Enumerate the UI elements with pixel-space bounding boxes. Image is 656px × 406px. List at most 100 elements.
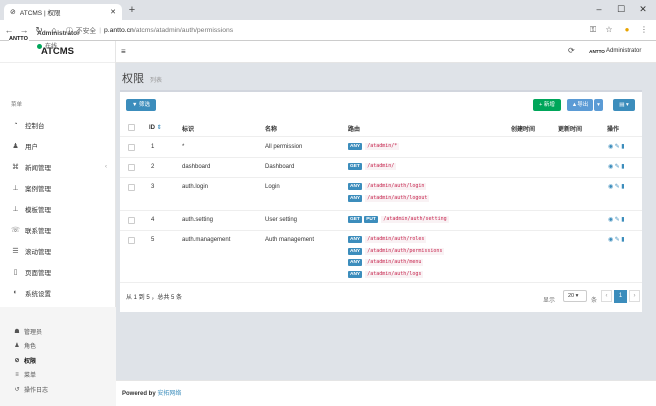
trash-icon[interactable]: ▮ bbox=[621, 236, 624, 243]
row-checkbox[interactable] bbox=[128, 184, 135, 191]
sidebar-item-2[interactable]: ♟ 用户 bbox=[0, 135, 116, 156]
submenu-item-1[interactable]: ☗ 管理员 bbox=[0, 326, 116, 337]
trash-icon[interactable]: ▮ bbox=[621, 183, 624, 190]
sidebar-item-label: 滚动管理 bbox=[25, 248, 51, 256]
row-actions: ◉ ✎ ▮ bbox=[608, 236, 625, 243]
sidebar-item-8[interactable]: ▯ 页面管理 bbox=[0, 261, 116, 282]
trash-icon[interactable]: ▮ bbox=[621, 216, 624, 223]
browser-tab-bar: ⊘ ATCMS | 权限 ✕ + – ☐ ✕ bbox=[0, 0, 656, 20]
submenu-item-2[interactable]: ♟ 角色 bbox=[0, 340, 116, 351]
sidebar-item-5[interactable]: ⊥ 模板管理 bbox=[0, 198, 116, 219]
edit-icon[interactable]: ✎ bbox=[615, 236, 620, 243]
header-user-name[interactable]: Administrator bbox=[606, 48, 641, 54]
phone-icon: ☏ bbox=[11, 226, 20, 234]
file-icon: ▯ bbox=[13, 268, 18, 276]
eye-icon[interactable]: ◉ bbox=[608, 183, 613, 190]
footer-text: Powered by 安拓网络 bbox=[122, 388, 181, 397]
cell-slug: dashboard bbox=[182, 164, 211, 170]
next-page-button[interactable]: › bbox=[629, 290, 640, 302]
url-field[interactable]: ⓘ 不安全 | p.antto.cn/atcms/atadmin/auth/pe… bbox=[66, 25, 234, 36]
sidebar-item-7[interactable]: ☰ 滚动管理 bbox=[0, 240, 116, 261]
page-1-button[interactable]: 1 bbox=[614, 290, 627, 303]
permissions-panel: ▼ 筛选 + 新增 ▲导出 ▾ ▤ ▾ ID ⇕ 标识 名称 路由 创建时间 更… bbox=[120, 90, 642, 312]
browser-tab[interactable]: ⊘ ATCMS | 权限 ✕ bbox=[4, 4, 122, 20]
star-icon[interactable]: ☆ bbox=[603, 24, 615, 36]
trash-icon[interactable]: ▮ bbox=[621, 143, 624, 150]
route-path: /atadmin/ bbox=[365, 163, 397, 170]
th-id[interactable]: ID ⇕ bbox=[149, 124, 162, 131]
row-actions: ◉ ✎ ▮ bbox=[608, 143, 625, 150]
close-tab-icon[interactable]: ✕ bbox=[110, 8, 116, 16]
prev-page-button[interactable]: ‹ bbox=[601, 290, 612, 302]
new-tab-button[interactable]: + bbox=[126, 5, 138, 17]
cell-id: 5 bbox=[151, 237, 155, 243]
maximize-icon[interactable]: ☐ bbox=[610, 2, 632, 16]
trash-icon[interactable]: ▮ bbox=[621, 163, 624, 170]
cell-id: 4 bbox=[151, 217, 155, 223]
eye-icon[interactable]: ◉ bbox=[608, 236, 613, 243]
sidebar-item-4[interactable]: ⊥ 案例管理 bbox=[0, 177, 116, 198]
th-actions: 操作 bbox=[607, 127, 620, 133]
eye-icon[interactable]: ◉ bbox=[608, 216, 613, 223]
menu-header: 菜单 bbox=[11, 102, 23, 108]
route-path: /atadmin/auth/setting bbox=[381, 216, 449, 223]
per-page-select[interactable]: 20 ▾ bbox=[563, 290, 587, 302]
row-checkbox[interactable] bbox=[128, 164, 135, 171]
sidebar-item-1[interactable]: ◔ 控制台 bbox=[0, 114, 116, 135]
company-link[interactable]: 安拓网络 bbox=[157, 391, 181, 397]
browser-menu-icon[interactable]: ⋮ bbox=[638, 24, 650, 36]
route-path: /atadmin/auth/menu bbox=[365, 259, 424, 266]
row-checkbox[interactable] bbox=[128, 144, 135, 151]
th-name: 名称 bbox=[265, 127, 278, 133]
news-icon: ⌘ bbox=[12, 163, 19, 171]
users-icon: ☗ bbox=[14, 329, 20, 335]
favicon-icon: ⊘ bbox=[10, 9, 16, 16]
top-header: ≡ ⟳ ANTTO Administrator bbox=[116, 41, 656, 63]
cell-name: User setting bbox=[265, 217, 298, 223]
sliders-icon: ☰ bbox=[12, 247, 19, 255]
menu-toggle-icon[interactable]: ≡ bbox=[121, 47, 126, 56]
eye-icon[interactable]: ◉ bbox=[608, 163, 613, 170]
export-button[interactable]: ▲导出 bbox=[567, 99, 593, 111]
th-slug: 标识 bbox=[182, 127, 195, 133]
select-all-checkbox[interactable] bbox=[128, 124, 135, 131]
submenu-item-4[interactable]: ≡ 菜单 bbox=[0, 369, 116, 380]
eye-icon[interactable]: ◉ bbox=[608, 143, 613, 150]
edit-icon[interactable]: ✎ bbox=[615, 216, 620, 223]
new-button[interactable]: + 新增 bbox=[533, 99, 561, 111]
cell-name: All permission bbox=[265, 144, 303, 150]
app-logo[interactable]: ATCMS bbox=[0, 41, 115, 63]
url-path: /atcms/atadmin/auth/permissions bbox=[133, 26, 234, 34]
columns-button[interactable]: ▤ ▾ bbox=[613, 99, 635, 111]
show-label: 显示 bbox=[543, 298, 556, 304]
submenu-item-label: 操作日志 bbox=[24, 388, 49, 394]
minimize-icon[interactable]: – bbox=[588, 2, 610, 16]
submenu-item-3[interactable]: ⊘ 权限 bbox=[0, 355, 116, 366]
method-badge: ANY bbox=[348, 143, 363, 150]
edit-icon[interactable]: ✎ bbox=[615, 183, 620, 190]
cell-id: 3 bbox=[151, 184, 155, 190]
toggle-icon: ◐ bbox=[13, 289, 18, 296]
refresh-icon[interactable]: ⟳ bbox=[568, 46, 575, 55]
th-updated: 更新时间 bbox=[558, 127, 583, 133]
close-window-icon[interactable]: ✕ bbox=[632, 2, 654, 16]
edit-icon[interactable]: ✎ bbox=[615, 163, 620, 170]
row-checkbox[interactable] bbox=[128, 237, 135, 244]
row-checkbox[interactable] bbox=[128, 217, 135, 224]
ban-icon: ⊘ bbox=[14, 358, 20, 364]
chevron-left-icon: ‹ bbox=[105, 163, 107, 170]
sidebar-item-3[interactable]: ⌘ 新闻管理 ‹ bbox=[0, 156, 116, 177]
sitemap-icon: ⊥ bbox=[12, 205, 19, 213]
sidebar-item-6[interactable]: ☏ 联系管理 bbox=[0, 219, 116, 240]
extension-icon[interactable]: ● bbox=[621, 24, 633, 36]
key-icon[interactable]: ⚿ bbox=[587, 24, 599, 36]
cell-id: 2 bbox=[151, 164, 155, 170]
filter-button[interactable]: ▼ 筛选 bbox=[126, 99, 156, 111]
caret-down-icon: ▾ bbox=[597, 102, 600, 108]
submenu-item-label: 管理员 bbox=[24, 330, 43, 336]
submenu-item-5[interactable]: ↺ 操作日志 bbox=[0, 384, 116, 395]
export-dropdown-button[interactable]: ▾ bbox=[594, 99, 603, 111]
sidebar-item-9[interactable]: ◐ 系统设置 bbox=[0, 282, 116, 303]
svg-text:ANTTO: ANTTO bbox=[9, 36, 29, 41]
edit-icon[interactable]: ✎ bbox=[615, 143, 620, 150]
